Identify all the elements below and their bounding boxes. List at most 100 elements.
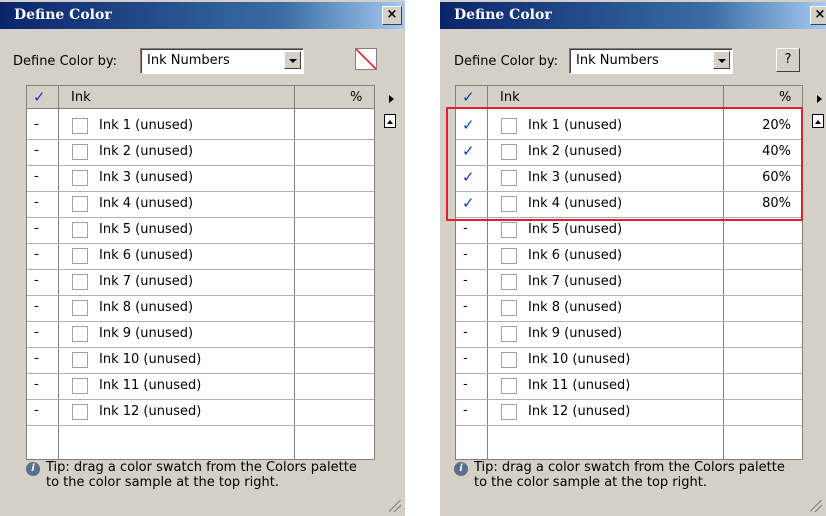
ink-name: Ink 11 (unused) (99, 378, 202, 393)
ink-name: Ink 3 (unused) (99, 170, 194, 185)
table-row[interactable]: - Ink 7 (unused) (27, 269, 374, 296)
row-mark[interactable]: - (463, 247, 468, 262)
panel-menu-triangle-icon[interactable] (817, 95, 822, 103)
resize-grip-icon[interactable] (810, 500, 822, 512)
table-row[interactable]: - Ink 1 (unused) (27, 113, 374, 140)
no-color-swatch-icon[interactable] (355, 48, 377, 70)
row-mark[interactable]: - (463, 273, 468, 288)
ink-column-header[interactable]: Ink (71, 90, 91, 105)
row-mark[interactable]: - (34, 221, 39, 236)
define-color-by-select[interactable]: Ink Numbers (569, 48, 733, 74)
ink-name: Ink 8 (unused) (99, 300, 194, 315)
ink-checkbox[interactable] (501, 248, 517, 264)
table-row[interactable]: - Ink 4 (unused) (27, 191, 374, 218)
info-icon: i (454, 462, 468, 476)
row-mark[interactable]: - (463, 221, 468, 236)
table-row[interactable]: - Ink 10 (unused) (27, 347, 374, 374)
ink-name: Ink 7 (unused) (99, 274, 194, 289)
row-mark[interactable]: - (34, 273, 39, 288)
ink-name: Ink 11 (unused) (528, 378, 631, 393)
define-color-by-select[interactable]: Ink Numbers (140, 48, 304, 74)
define-color-by-label: Define Color by: (13, 54, 118, 69)
ink-checkbox[interactable] (501, 222, 517, 238)
row-mark[interactable]: - (463, 377, 468, 392)
ink-checkbox[interactable] (72, 352, 88, 368)
pin-icon[interactable] (384, 114, 396, 128)
ink-checkbox[interactable] (501, 274, 517, 290)
row-mark[interactable]: - (34, 299, 39, 314)
ink-checkbox[interactable] (72, 326, 88, 342)
ink-checkbox[interactable] (72, 118, 88, 134)
ink-checkbox[interactable] (501, 404, 517, 420)
row-mark[interactable]: - (463, 299, 468, 314)
ink-checkbox[interactable] (72, 144, 88, 160)
row-mark[interactable]: - (34, 143, 39, 158)
row-mark[interactable]: - (34, 247, 39, 262)
table-row[interactable]: - Ink 8 (unused) (456, 295, 802, 322)
row-mark[interactable]: - (463, 403, 468, 418)
table-row[interactable]: - Ink 12 (unused) (456, 399, 802, 426)
table-row[interactable]: - Ink 7 (unused) (456, 269, 802, 296)
row-mark[interactable]: - (34, 117, 39, 132)
resize-grip-icon[interactable] (389, 500, 401, 512)
row-mark[interactable]: - (34, 195, 39, 210)
column-divider (294, 86, 295, 108)
table-row[interactable]: - Ink 9 (unused) (456, 321, 802, 348)
check-column-header[interactable]: ✓ (33, 88, 46, 106)
panel-title: Define Color (454, 7, 552, 23)
close-button[interactable]: × (382, 6, 402, 25)
ink-checkbox[interactable] (72, 222, 88, 238)
table-row[interactable]: - Ink 3 (unused) (27, 165, 374, 192)
ink-checkbox[interactable] (72, 378, 88, 394)
table-row[interactable]: - Ink 6 (unused) (27, 243, 374, 270)
table-row[interactable]: - Ink 6 (unused) (456, 243, 802, 270)
ink-name: Ink 5 (unused) (528, 222, 623, 237)
tip-text: Tip: drag a color swatch from the Colors… (46, 460, 357, 490)
help-button[interactable]: ? (776, 48, 800, 72)
row-mark[interactable]: - (34, 325, 39, 340)
row-mark[interactable]: - (34, 377, 39, 392)
percent-column-header[interactable]: % (779, 90, 791, 105)
row-mark[interactable]: - (463, 351, 468, 366)
table-row[interactable]: - Ink 9 (unused) (27, 321, 374, 348)
table-row[interactable]: - Ink 8 (unused) (27, 295, 374, 322)
ink-checkbox[interactable] (72, 404, 88, 420)
table-row[interactable]: - Ink 2 (unused) (27, 139, 374, 166)
chevron-down-icon[interactable] (713, 51, 730, 69)
ink-checkbox[interactable] (72, 300, 88, 316)
panel-title: Define Color (14, 7, 112, 23)
ink-checkbox[interactable] (501, 352, 517, 368)
chevron-down-icon[interactable] (284, 51, 301, 69)
title-bar[interactable]: Define Color × (440, 2, 826, 29)
row-mark[interactable]: - (34, 169, 39, 184)
ink-column-header[interactable]: Ink (500, 90, 520, 105)
row-mark[interactable]: - (463, 325, 468, 340)
ink-checkbox[interactable] (72, 274, 88, 290)
title-bar[interactable]: Define Color × (0, 2, 405, 29)
panel-menu-triangle-icon[interactable] (389, 95, 394, 103)
close-button[interactable]: × (810, 6, 826, 25)
ink-name: Ink 12 (unused) (99, 404, 202, 419)
pin-icon[interactable] (812, 114, 824, 128)
ink-checkbox[interactable] (501, 326, 517, 342)
table-row[interactable]: - Ink 5 (unused) (27, 217, 374, 244)
table-header: ✓ Ink % (456, 86, 802, 109)
table-row[interactable]: - Ink 10 (unused) (456, 347, 802, 374)
table-row[interactable]: - Ink 5 (unused) (456, 217, 802, 244)
ink-checkbox[interactable] (72, 248, 88, 264)
define-color-by-value: Ink Numbers (147, 53, 230, 68)
ink-checkbox[interactable] (72, 196, 88, 212)
row-mark[interactable]: - (34, 351, 39, 366)
ink-checkbox[interactable] (501, 378, 517, 394)
row-mark[interactable]: - (34, 403, 39, 418)
table-row[interactable]: - Ink 12 (unused) (27, 399, 374, 426)
ink-name: Ink 1 (unused) (99, 118, 194, 133)
percent-column-header[interactable]: % (350, 90, 362, 105)
ink-checkbox[interactable] (72, 170, 88, 186)
highlight-box (446, 107, 803, 221)
ink-checkbox[interactable] (501, 300, 517, 316)
table-row[interactable]: - Ink 11 (unused) (456, 373, 802, 400)
define-color-panel-left: Define Color × Define Color by: Ink Numb… (0, 0, 405, 516)
table-row[interactable]: - Ink 11 (unused) (27, 373, 374, 400)
check-column-header[interactable]: ✓ (462, 88, 475, 106)
